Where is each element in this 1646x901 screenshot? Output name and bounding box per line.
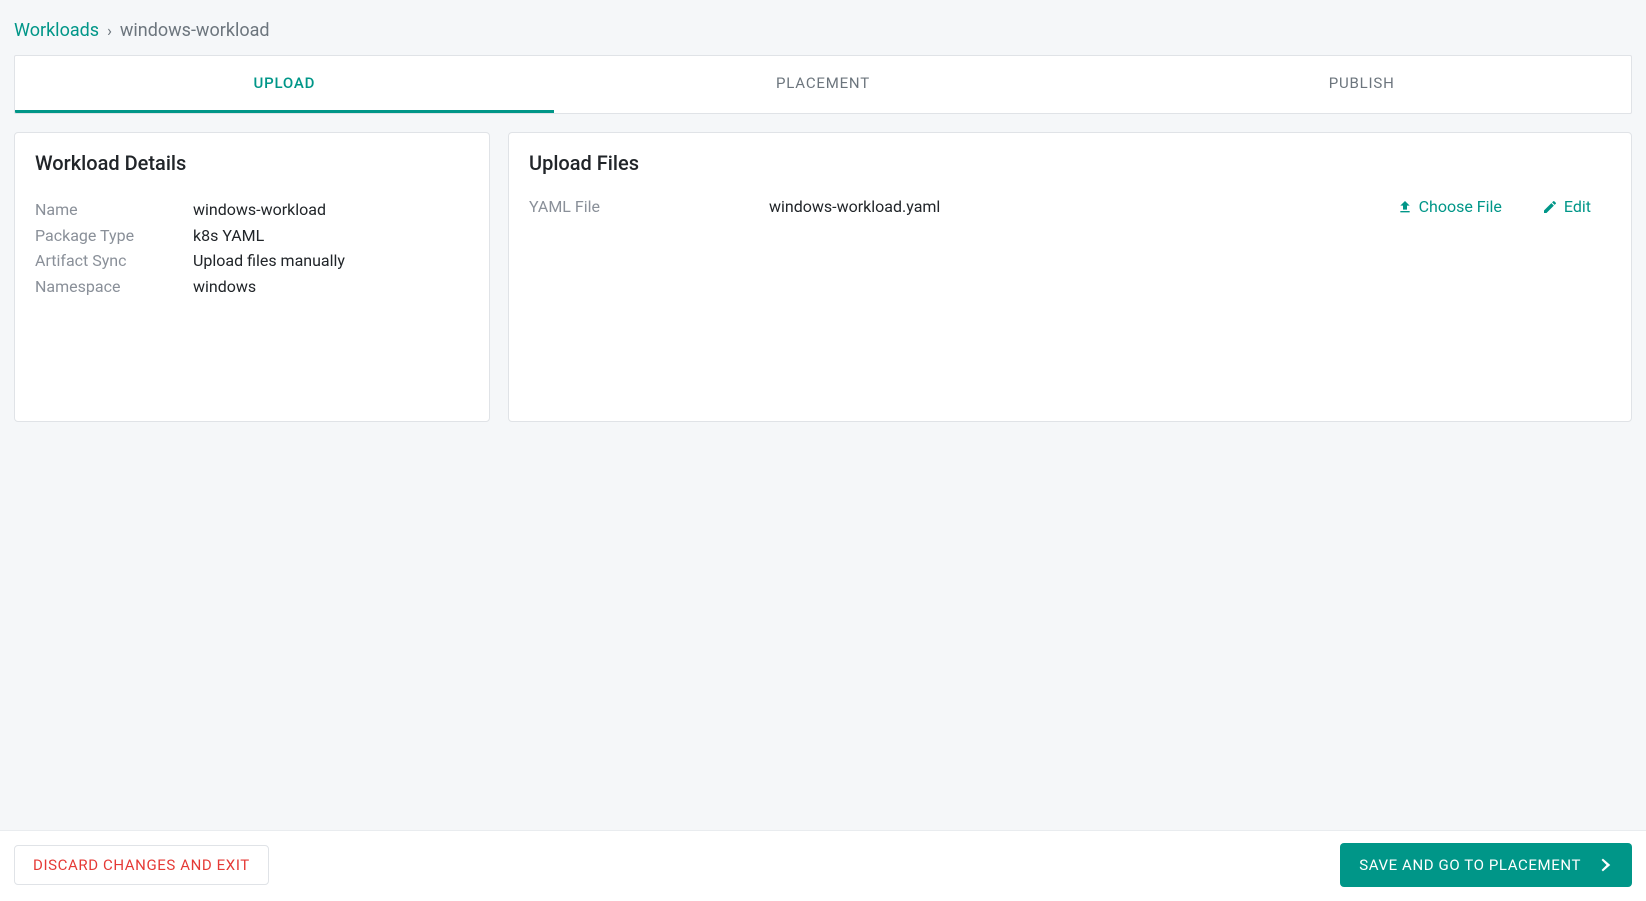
breadcrumb-current: windows-workload [120,20,270,41]
yaml-file-label: YAML File [529,197,769,216]
breadcrumb-root-link[interactable]: Workloads [14,20,99,41]
save-go-placement-button[interactable]: SAVE AND GO TO PLACEMENT [1340,843,1632,887]
tab-placement[interactable]: PLACEMENT [554,56,1093,113]
yaml-file-name: windows-workload.yaml [769,197,1397,216]
footer-bar: DISCARD CHANGES AND EXIT SAVE AND GO TO … [0,830,1646,901]
detail-package-type-value: k8s YAML [193,223,469,249]
upload-icon [1397,199,1413,215]
detail-package-type-label: Package Type [35,223,193,249]
detail-namespace-value: windows [193,274,469,300]
detail-namespace-label: Namespace [35,274,193,300]
detail-artifact-sync-value: Upload files manually [193,248,469,274]
upload-files-title: Upload Files [529,151,1611,175]
tab-publish[interactable]: PUBLISH [1092,56,1631,113]
detail-name-label: Name [35,197,193,223]
detail-artifact-sync-label: Artifact Sync [35,248,193,274]
upload-files-card: Upload Files YAML File windows-workload.… [508,132,1632,422]
breadcrumb-separator: › [107,21,112,40]
edit-button[interactable]: Edit [1542,197,1591,216]
choose-file-button[interactable]: Choose File [1397,197,1502,216]
tab-upload[interactable]: UPLOAD [15,56,554,113]
pencil-icon [1542,199,1558,215]
workload-details-title: Workload Details [35,151,469,175]
save-go-placement-label: SAVE AND GO TO PLACEMENT [1359,856,1581,874]
choose-file-label: Choose File [1419,197,1502,216]
edit-label: Edit [1564,197,1591,216]
discard-changes-button[interactable]: DISCARD CHANGES AND EXIT [14,845,269,885]
arrow-right-icon [1591,854,1613,876]
step-tabs: UPLOAD PLACEMENT PUBLISH [14,55,1632,114]
workload-details-card: Workload Details Name windows-workload P… [14,132,490,422]
breadcrumb: Workloads › windows-workload [14,20,1632,41]
detail-name-value: windows-workload [193,197,469,223]
